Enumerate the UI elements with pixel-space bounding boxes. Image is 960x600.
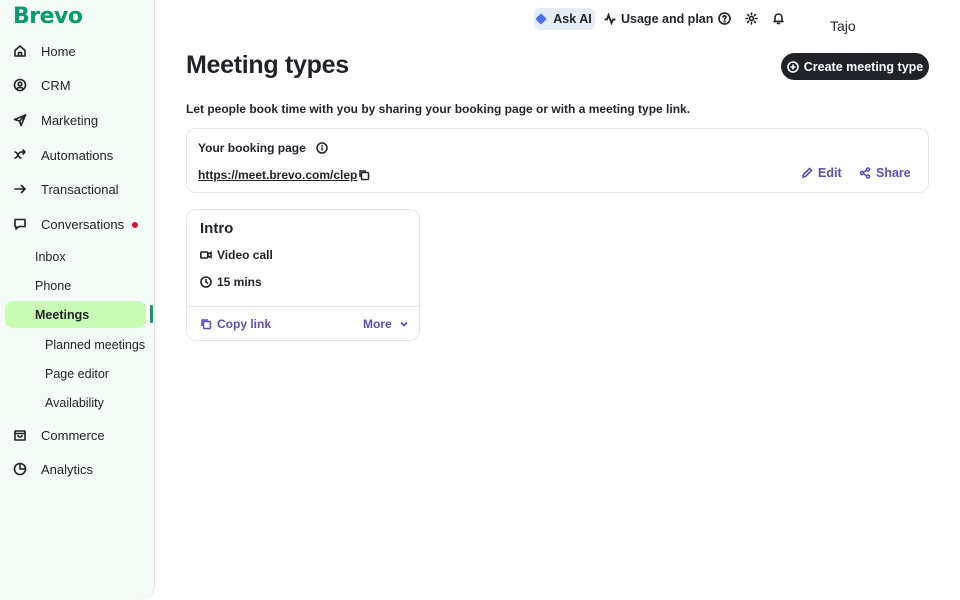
pencil-icon xyxy=(801,167,813,179)
sidebar-item-transactional[interactable]: Transactional xyxy=(5,175,146,203)
sidebar-item-phone[interactable]: Phone xyxy=(5,272,146,299)
page-title: Meeting types xyxy=(186,51,349,79)
page-subtitle: Let people book time with you by sharing… xyxy=(186,102,691,116)
booking-page-label-row: Your booking page xyxy=(198,141,328,155)
shop-icon xyxy=(13,428,27,442)
create-button-label: Create meeting type xyxy=(803,59,924,74)
sidebar-item-page-editor[interactable]: Page editor xyxy=(5,360,146,387)
meeting-type-name: Intro xyxy=(200,220,234,237)
sidebar-item-label: Transactional xyxy=(41,181,119,197)
edit-label: Edit xyxy=(818,166,842,180)
sidebar-item-label: Home xyxy=(41,43,76,59)
sidebar-item-label: Automations xyxy=(41,147,114,163)
clock-icon xyxy=(200,276,212,288)
sidebar-item-planned-meetings[interactable]: Planned meetings xyxy=(5,331,146,358)
more-dropdown-button[interactable]: More xyxy=(363,317,409,331)
booking-page-label: Your booking page xyxy=(198,141,306,155)
video-camera-icon xyxy=(200,251,212,259)
meeting-type-location: Video call xyxy=(200,248,273,262)
copy-link-button[interactable]: Copy link xyxy=(200,317,271,331)
sidebar-item-label: Marketing xyxy=(41,112,99,128)
chevron-down-icon xyxy=(400,321,408,327)
sidebar-item-label: Conversations xyxy=(41,216,125,232)
share-label: Share xyxy=(876,166,911,180)
sidebar-item-commerce[interactable]: Commerce xyxy=(5,421,146,449)
sparkle-icon xyxy=(535,13,547,25)
ask-ai-label: Ask AI xyxy=(553,12,592,26)
home-icon xyxy=(13,44,27,58)
chat-icon xyxy=(13,217,27,231)
copy-icon[interactable] xyxy=(358,168,371,181)
sidebar-item-meetings[interactable]: Meetings xyxy=(5,301,146,328)
bell-icon[interactable] xyxy=(771,11,785,25)
pie-chart-icon xyxy=(13,462,27,476)
more-label: More xyxy=(363,317,392,331)
contacts-icon xyxy=(13,78,27,92)
sidebar-item-label: Commerce xyxy=(41,427,105,443)
activity-icon xyxy=(604,13,616,25)
info-icon[interactable] xyxy=(316,142,328,154)
sidebar-item-conversations[interactable]: Conversations xyxy=(5,210,146,238)
automation-icon xyxy=(13,148,27,162)
booking-page-card: Your booking page https://meet.brevo.com… xyxy=(186,128,929,193)
usage-and-plan-button[interactable]: Usage and plan xyxy=(604,10,713,28)
notification-dot xyxy=(132,222,138,228)
booking-page-url[interactable]: https://meet.brevo.com/clep xyxy=(198,168,357,182)
plus-circle-icon xyxy=(786,60,799,73)
arrow-right-icon xyxy=(13,182,27,196)
share-icon xyxy=(859,167,871,179)
share-button[interactable]: Share xyxy=(859,166,911,180)
meeting-type-duration: 15 mins xyxy=(200,275,262,289)
sidebar: Brevo Home CRM Marketing Automations Tra… xyxy=(0,0,155,600)
sidebar-item-crm[interactable]: CRM xyxy=(5,71,146,99)
sidebar-item-inbox[interactable]: Inbox xyxy=(5,243,146,270)
meeting-type-duration-label: 15 mins xyxy=(217,275,262,289)
gear-icon[interactable] xyxy=(744,11,758,25)
copy-link-label: Copy link xyxy=(217,317,272,331)
sidebar-item-automations[interactable]: Automations xyxy=(5,141,146,169)
sidebar-item-label: Analytics xyxy=(41,461,94,477)
send-icon xyxy=(13,113,27,127)
active-indicator xyxy=(150,305,153,323)
sidebar-item-home[interactable]: Home xyxy=(5,37,146,65)
edit-button[interactable]: Edit xyxy=(801,166,842,180)
sidebar-item-analytics[interactable]: Analytics xyxy=(5,455,146,483)
sidebar-item-label: CRM xyxy=(41,77,71,93)
copy-icon xyxy=(201,319,212,330)
create-meeting-type-button[interactable]: Create meeting type xyxy=(781,53,929,80)
user-name[interactable]: Tajo xyxy=(830,18,856,34)
ask-ai-button[interactable]: Ask AI xyxy=(534,8,595,30)
meeting-type-card[interactable]: Intro Video call 15 mins Copy link More xyxy=(186,209,420,341)
sidebar-item-availability[interactable]: Availability xyxy=(5,389,146,416)
card-divider xyxy=(187,306,419,307)
usage-label: Usage and plan xyxy=(621,12,714,26)
meeting-type-location-label: Video call xyxy=(217,248,273,262)
brevo-logo[interactable]: Brevo xyxy=(13,4,83,29)
help-icon[interactable] xyxy=(717,11,731,25)
sidebar-item-marketing[interactable]: Marketing xyxy=(5,106,146,134)
